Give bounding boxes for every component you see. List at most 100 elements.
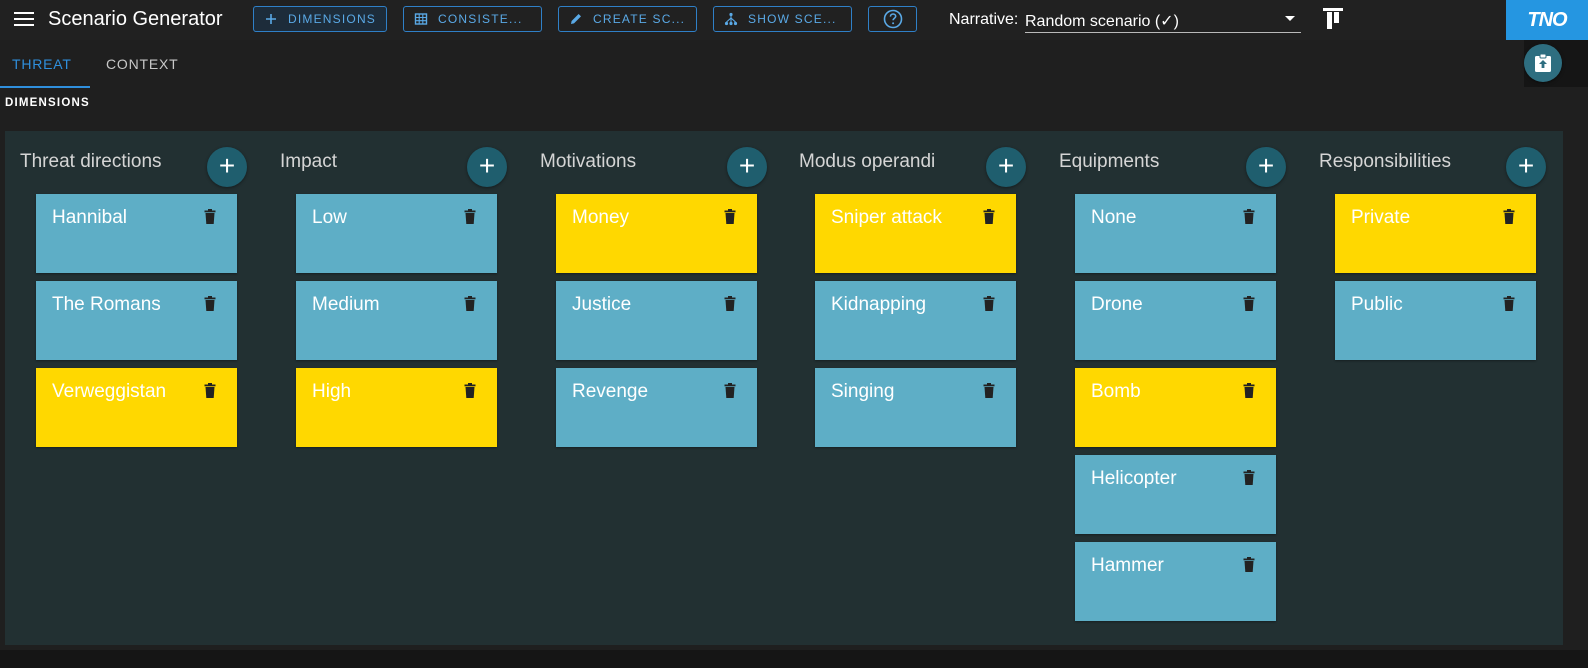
dimension-item-card[interactable]: Drone <box>1075 281 1276 360</box>
dimension-item-label: Kidnapping <box>831 294 927 315</box>
dimension-item-label: Private <box>1351 207 1411 228</box>
dimension-column: Threat directions + Hannibal The Romans Verw… <box>5 131 265 645</box>
add-item-button[interactable]: + <box>1506 147 1546 187</box>
dimension-item-label: Bomb <box>1091 381 1141 402</box>
consistency-button-label: CONSISTE... <box>438 12 523 26</box>
align-top-icon[interactable] <box>1323 8 1343 30</box>
dimensions-board: Threat directions + Hannibal The Romans Verw… <box>5 131 1563 645</box>
dimension-item-label: Helicopter <box>1091 468 1177 489</box>
dimension-item-card[interactable]: Sniper attack <box>815 194 1016 273</box>
tab-threat[interactable]: THREAT <box>12 56 72 72</box>
plus-icon: + <box>1517 150 1535 181</box>
dimension-item-label: Singing <box>831 381 895 402</box>
dimension-item-card[interactable]: Private <box>1335 194 1536 273</box>
dimension-title: Equipments <box>1059 151 1160 172</box>
trash-icon[interactable] <box>1243 296 1255 311</box>
dimension-item-label: Medium <box>312 294 380 315</box>
logo-text: TNO <box>1527 8 1567 31</box>
trash-icon[interactable] <box>983 383 995 398</box>
consistency-button[interactable]: CONSISTE... <box>403 6 542 32</box>
dimension-item-card[interactable]: Verweggistan <box>36 368 237 447</box>
dimension-item-label: Hammer <box>1091 555 1164 576</box>
dimension-item-label: Hannibal <box>52 207 127 228</box>
section-title: DIMENSIONS <box>5 97 90 109</box>
dimension-item-card[interactable]: None <box>1075 194 1276 273</box>
dimension-column: Modus operandi + Sniper attack Kidnapping Si… <box>784 131 1044 645</box>
dimension-title: Modus operandi <box>799 151 936 172</box>
trash-icon[interactable] <box>1243 209 1255 224</box>
bottom-bar <box>0 650 1588 668</box>
show-scenario-button-label: SHOW SCE... <box>748 12 837 26</box>
plus-icon <box>264 12 278 26</box>
dimension-item-label: Revenge <box>572 381 649 402</box>
tab-context[interactable]: CONTEXT <box>106 56 179 72</box>
dimension-item-card[interactable]: Low <box>296 194 497 273</box>
dimension-item-label: Drone <box>1091 294 1143 315</box>
clipboard-upload-button[interactable] <box>1524 44 1562 82</box>
show-scenario-button[interactable]: SHOW SCE... <box>713 6 852 32</box>
app-toolbar: Scenario Generator DIMENSIONS CONSISTE..… <box>0 0 1588 40</box>
trash-icon[interactable] <box>204 296 216 311</box>
trash-icon[interactable] <box>724 383 736 398</box>
dimension-item-card[interactable]: High <box>296 368 497 447</box>
dimension-item-label: Low <box>312 207 347 228</box>
dimension-item-card[interactable]: Kidnapping <box>815 281 1016 360</box>
add-item-button[interactable]: + <box>727 147 767 187</box>
trash-icon[interactable] <box>983 296 995 311</box>
trash-icon[interactable] <box>204 209 216 224</box>
dimension-item-label: Sniper attack <box>831 207 942 228</box>
dimension-item-label: Public <box>1351 294 1403 315</box>
trash-icon[interactable] <box>464 296 476 311</box>
dimension-item-card[interactable]: Singing <box>815 368 1016 447</box>
app-title: Scenario Generator <box>48 8 223 30</box>
dimension-item-label: Money <box>572 207 630 228</box>
chevron-down-icon <box>1285 16 1295 21</box>
menu-icon[interactable] <box>14 12 34 28</box>
dimension-item-card[interactable]: The Romans <box>36 281 237 360</box>
table-icon <box>414 12 428 26</box>
dimension-title: Impact <box>280 151 338 172</box>
dimension-item-card[interactable]: Justice <box>556 281 757 360</box>
help-button[interactable] <box>868 6 917 32</box>
dimension-item-card[interactable]: Bomb <box>1075 368 1276 447</box>
trash-icon[interactable] <box>204 383 216 398</box>
plus-icon: + <box>1257 150 1275 181</box>
narrative-select[interactable]: Random scenario (✓) <box>1025 8 1301 33</box>
trash-icon[interactable] <box>724 209 736 224</box>
dimension-item-label: High <box>312 381 352 402</box>
plus-icon: + <box>218 150 236 181</box>
dimension-item-card[interactable]: Public <box>1335 281 1536 360</box>
add-item-button[interactable]: + <box>207 147 247 187</box>
add-item-button[interactable]: + <box>467 147 507 187</box>
add-item-button[interactable]: + <box>1246 147 1286 187</box>
plus-icon: + <box>738 150 756 181</box>
dimension-item-label: None <box>1091 207 1137 228</box>
narrative-label: Narrative: <box>949 11 1019 28</box>
trash-icon[interactable] <box>1243 383 1255 398</box>
dimension-item-card[interactable]: Hannibal <box>36 194 237 273</box>
dimension-item-card[interactable]: Money <box>556 194 757 273</box>
dimension-item-label: Justice <box>572 294 632 315</box>
dimension-item-label: Verweggistan <box>52 381 167 402</box>
dimension-item-card[interactable]: Revenge <box>556 368 757 447</box>
tree-icon <box>724 12 738 26</box>
dimension-item-card[interactable]: Hammer <box>1075 542 1276 621</box>
trash-icon[interactable] <box>1503 296 1515 311</box>
dimensions-button[interactable]: DIMENSIONS <box>253 6 387 32</box>
dimension-column: Motivations + Money Justice Revenge <box>525 131 785 645</box>
create-scenario-button[interactable]: CREATE SC... <box>558 6 697 32</box>
trash-icon[interactable] <box>464 209 476 224</box>
clipboard-upload-icon <box>1534 53 1552 73</box>
dimension-item-card[interactable]: Helicopter <box>1075 455 1276 534</box>
plus-icon: + <box>478 150 496 181</box>
trash-icon[interactable] <box>983 209 995 224</box>
trash-icon[interactable] <box>724 296 736 311</box>
dimension-column: Responsibilities + Private Public <box>1304 131 1564 645</box>
trash-icon[interactable] <box>464 383 476 398</box>
dimension-item-card[interactable]: Medium <box>296 281 497 360</box>
add-item-button[interactable]: + <box>986 147 1026 187</box>
trash-icon[interactable] <box>1243 557 1255 572</box>
trash-icon[interactable] <box>1503 209 1515 224</box>
trash-icon[interactable] <box>1243 470 1255 485</box>
dimension-title: Threat directions <box>20 151 162 172</box>
